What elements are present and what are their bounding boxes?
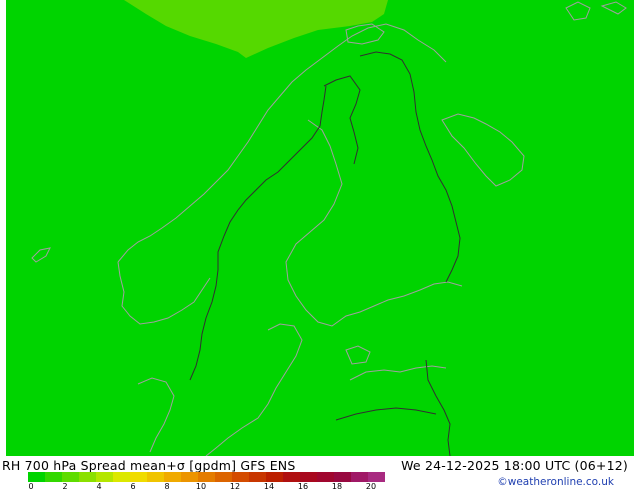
color-swatch xyxy=(317,472,334,482)
color-swatch xyxy=(147,472,164,482)
color-swatch xyxy=(28,472,45,482)
color-swatch xyxy=(215,472,232,482)
color-swatch xyxy=(45,472,62,482)
color-swatch xyxy=(351,472,368,482)
color-swatch xyxy=(198,472,215,482)
color-swatch xyxy=(232,472,249,482)
color-swatch xyxy=(113,472,130,482)
map-title: RH 700 hPa Spread mean+σ [gpdm] GFS ENS xyxy=(2,458,296,473)
color-swatch xyxy=(62,472,79,482)
weather-map xyxy=(6,0,634,456)
color-swatch xyxy=(96,472,113,482)
credit-link[interactable]: ©weatheronline.co.uk xyxy=(497,476,614,488)
color-scale xyxy=(28,472,385,482)
color-swatch xyxy=(283,472,300,482)
color-scale-ticks: 0 2 4 6 8 10 12 14 16 18 20 xyxy=(0,482,420,492)
color-swatch xyxy=(300,472,317,482)
color-swatch xyxy=(79,472,96,482)
color-swatch xyxy=(181,472,198,482)
color-swatch xyxy=(334,472,351,482)
color-swatch xyxy=(368,472,385,482)
color-swatch xyxy=(130,472,147,482)
map-canvas xyxy=(6,0,634,456)
color-swatch xyxy=(164,472,181,482)
color-swatch xyxy=(249,472,266,482)
color-swatch xyxy=(266,472,283,482)
map-valid-time: We 24-12-2025 18:00 UTC (06+12) xyxy=(401,458,628,473)
map-background xyxy=(6,0,634,456)
